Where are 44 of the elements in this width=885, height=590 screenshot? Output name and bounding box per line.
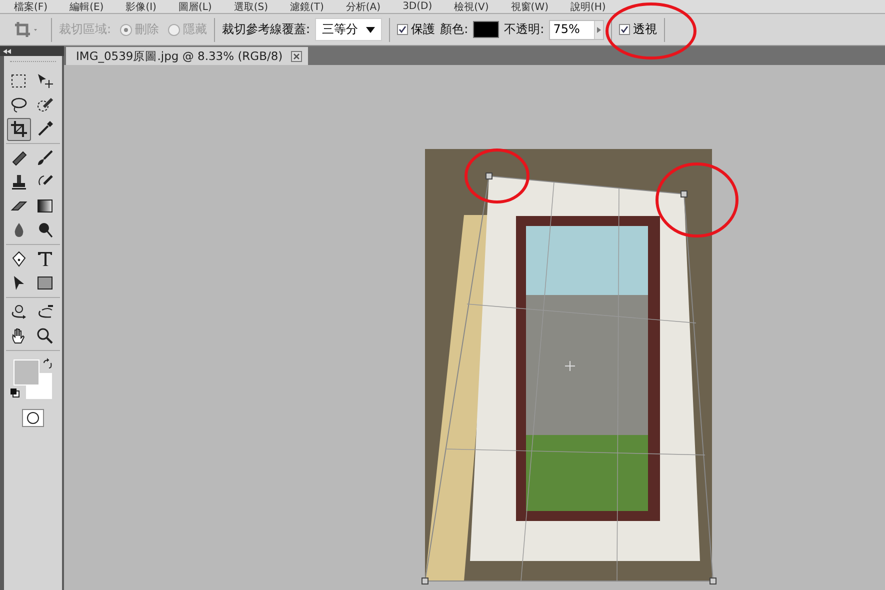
type-icon	[36, 250, 54, 268]
caret-icon	[366, 26, 376, 32]
close-icon[interactable]	[290, 50, 302, 62]
move-icon	[36, 72, 54, 90]
menu-item[interactable]: 3D(D)	[402, 1, 432, 12]
pen-icon	[10, 250, 28, 268]
collapse-icon[interactable]	[3, 48, 11, 54]
color-label: 顏色:	[440, 21, 468, 38]
overlay-dropdown[interactable]: 三等分	[315, 18, 382, 41]
checkbox-icon	[618, 24, 630, 35]
menu-item[interactable]: 說明(H)	[570, 0, 606, 14]
circle-icon	[26, 411, 40, 425]
menu-item[interactable]: 編輯(E)	[70, 0, 104, 14]
crop-tool-button[interactable]	[7, 118, 31, 140]
menu-item[interactable]: 分析(A)	[346, 0, 381, 14]
stamp-icon	[10, 173, 28, 191]
perspective-checkbox[interactable]: 透視	[618, 21, 657, 38]
arrow-icon[interactable]	[596, 26, 601, 32]
menu-item[interactable]: 檢視(V)	[454, 0, 489, 14]
gradient-icon	[36, 197, 54, 215]
document-tab[interactable]: IMG_0539原圖.jpg @ 8.33% (RGB/8)	[66, 47, 308, 65]
quick-mask-button[interactable]	[22, 409, 44, 427]
menu-item[interactable]: 影像(I)	[126, 0, 156, 14]
brush-icon	[36, 149, 54, 167]
shape-icon	[36, 274, 54, 292]
menu-item[interactable]: 選取(S)	[234, 0, 268, 14]
opacity-field[interactable]: 75%	[549, 20, 604, 40]
opacity-label: 不透明:	[504, 21, 544, 38]
menu-item[interactable]: 視窗(W)	[510, 0, 548, 14]
eyedropper-icon	[36, 120, 54, 138]
overlay-label: 裁切參考線覆蓋:	[222, 21, 310, 38]
crop-icon	[10, 120, 28, 138]
menu-item[interactable]: 圖層(L)	[178, 0, 212, 14]
annotation-ellipse	[464, 148, 530, 204]
crop-area-label: 裁切區域:	[59, 21, 112, 38]
menu-item[interactable]: 濾鏡(T)	[290, 0, 324, 14]
shield-checkbox[interactable]: 保護	[397, 21, 436, 38]
menu-item[interactable]: 檔案(F)	[14, 0, 48, 14]
color-swatch[interactable]	[473, 21, 500, 38]
lasso-icon	[10, 96, 28, 114]
marquee-icon	[10, 72, 28, 90]
checkbox-icon	[397, 24, 408, 35]
zoom-icon	[36, 327, 54, 345]
crop-icon	[14, 20, 40, 38]
